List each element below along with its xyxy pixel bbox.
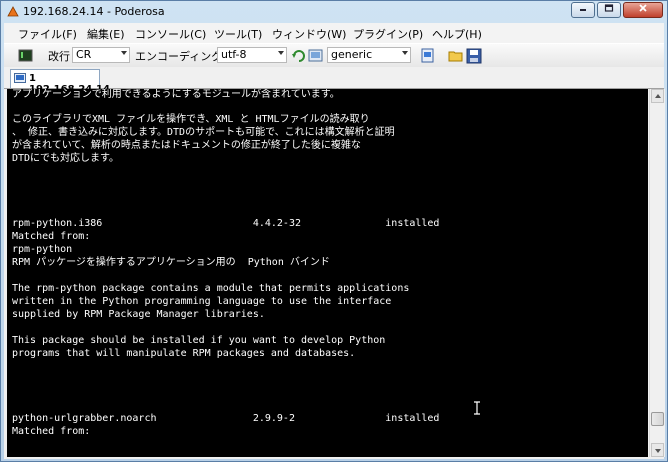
minimize-button[interactable] <box>571 2 595 18</box>
newline-select[interactable]: CR <box>72 47 130 63</box>
encoding-value: utf-8 <box>221 48 247 61</box>
terminal-line: rpm-python.i386 4.4.2-32 installed <box>12 218 440 229</box>
chevron-down-icon <box>278 51 284 55</box>
chevron-down-icon <box>402 51 408 55</box>
terminal-icon <box>14 73 26 83</box>
terminal-line: The rpm-python package contains a module… <box>12 283 410 294</box>
minimize-icon <box>580 9 586 11</box>
vertical-scrollbar[interactable] <box>649 89 665 457</box>
maximize-icon <box>604 4 614 12</box>
arrow-down-icon <box>655 449 661 453</box>
terminal-line: アプリケーションで利用できるようにするモジュールが含まれています。 <box>12 89 340 100</box>
encoding-label: エンコーディング <box>135 50 223 63</box>
title-bar[interactable]: 192.168.24.14 - Poderosa <box>1 1 667 23</box>
save-icon[interactable] <box>466 48 482 64</box>
newline-label: 改行 <box>48 50 70 63</box>
terminal-type-select[interactable]: generic <box>327 47 411 63</box>
menu-tools[interactable]: ツール(T) <box>214 26 262 42</box>
terminal-line: written in the Python programming langua… <box>12 296 392 307</box>
window-controls <box>571 2 663 20</box>
terminal-line: RPM パッケージを操作するアプリケーション用の Python バインド <box>12 257 330 268</box>
maximize-button[interactable] <box>597 2 621 18</box>
terminal-output[interactable]: アプリケーションで利用できるようにするモジュールが含まれています。 このライブラ… <box>7 89 648 457</box>
scroll-up-button[interactable] <box>651 89 664 103</box>
terminal-line: 、 修正、書き込みに対応します。DTDのサポートも可能で、これには構文解析と証明 <box>12 127 395 138</box>
encoding-select[interactable]: utf-8 <box>217 47 287 63</box>
terminal-line: python-urlgrabber.noarch 2.9.9-2 install… <box>12 413 440 424</box>
terminal-line: programs that will manipulate RPM packag… <box>12 348 356 359</box>
scroll-down-button[interactable] <box>651 443 664 457</box>
menu-plugins[interactable]: プラグイン(P) <box>353 26 423 42</box>
newline-value: CR <box>76 48 92 61</box>
terminal-line: supplied by RPM Package Manager librarie… <box>12 309 265 320</box>
new-connection-icon[interactable] <box>18 48 34 64</box>
poderosa-app-icon <box>7 6 19 17</box>
menu-file[interactable]: ファイル(F) <box>18 26 77 42</box>
scroll-thumb[interactable] <box>651 412 664 426</box>
terminal-line: Matched from: <box>12 426 91 437</box>
terminal-line: このライブラリでXML ファイルを操作でき、XML と HTMLファイルの読み取… <box>12 114 370 125</box>
terminal-line: DTDにでも対応します。 <box>12 153 120 164</box>
log-icon[interactable] <box>420 48 436 64</box>
terminal-type-value: generic <box>331 48 373 61</box>
app-window: 192.168.24.14 - Poderosa ファイル(F) 編集(E) コ… <box>0 0 668 462</box>
close-button[interactable] <box>623 2 663 18</box>
menu-bar: ファイル(F) 編集(E) コンソール(C) ツール(T) ウィンドウ(W) プ… <box>4 23 664 43</box>
window-title: 192.168.24.14 - Poderosa <box>23 5 165 18</box>
menu-help[interactable]: ヘルプ(H) <box>432 26 482 42</box>
toolbar: 改行 CR エンコーディング utf-8 generic <box>4 43 664 69</box>
terminal-line: Matched from: <box>12 231 91 242</box>
terminal-line: が含まれていて、解析の時点またはドキュメントの修正が終了した後に複雑な <box>12 140 361 151</box>
tab-strip: 1 192.168.24.14 <box>4 67 664 95</box>
terminal-line: rpm-python <box>12 244 73 255</box>
chevron-down-icon <box>121 51 127 55</box>
close-icon <box>639 4 647 12</box>
menu-console[interactable]: コンソール(C) <box>135 26 206 42</box>
tab-session[interactable]: 1 192.168.24.14 <box>10 69 110 95</box>
arrow-up-icon <box>655 94 661 98</box>
refresh-icon[interactable] <box>291 48 307 64</box>
menu-window[interactable]: ウィンドウ(W) <box>272 26 346 42</box>
menu-edit[interactable]: 編集(E) <box>87 26 125 42</box>
text-cursor-icon <box>474 401 480 415</box>
open-folder-icon[interactable] <box>448 48 464 64</box>
client-area: ファイル(F) 編集(E) コンソール(C) ツール(T) ウィンドウ(W) プ… <box>4 23 665 459</box>
terminal-settings-icon[interactable] <box>308 48 324 64</box>
terminal-line: This package should be installed if you … <box>12 335 386 346</box>
